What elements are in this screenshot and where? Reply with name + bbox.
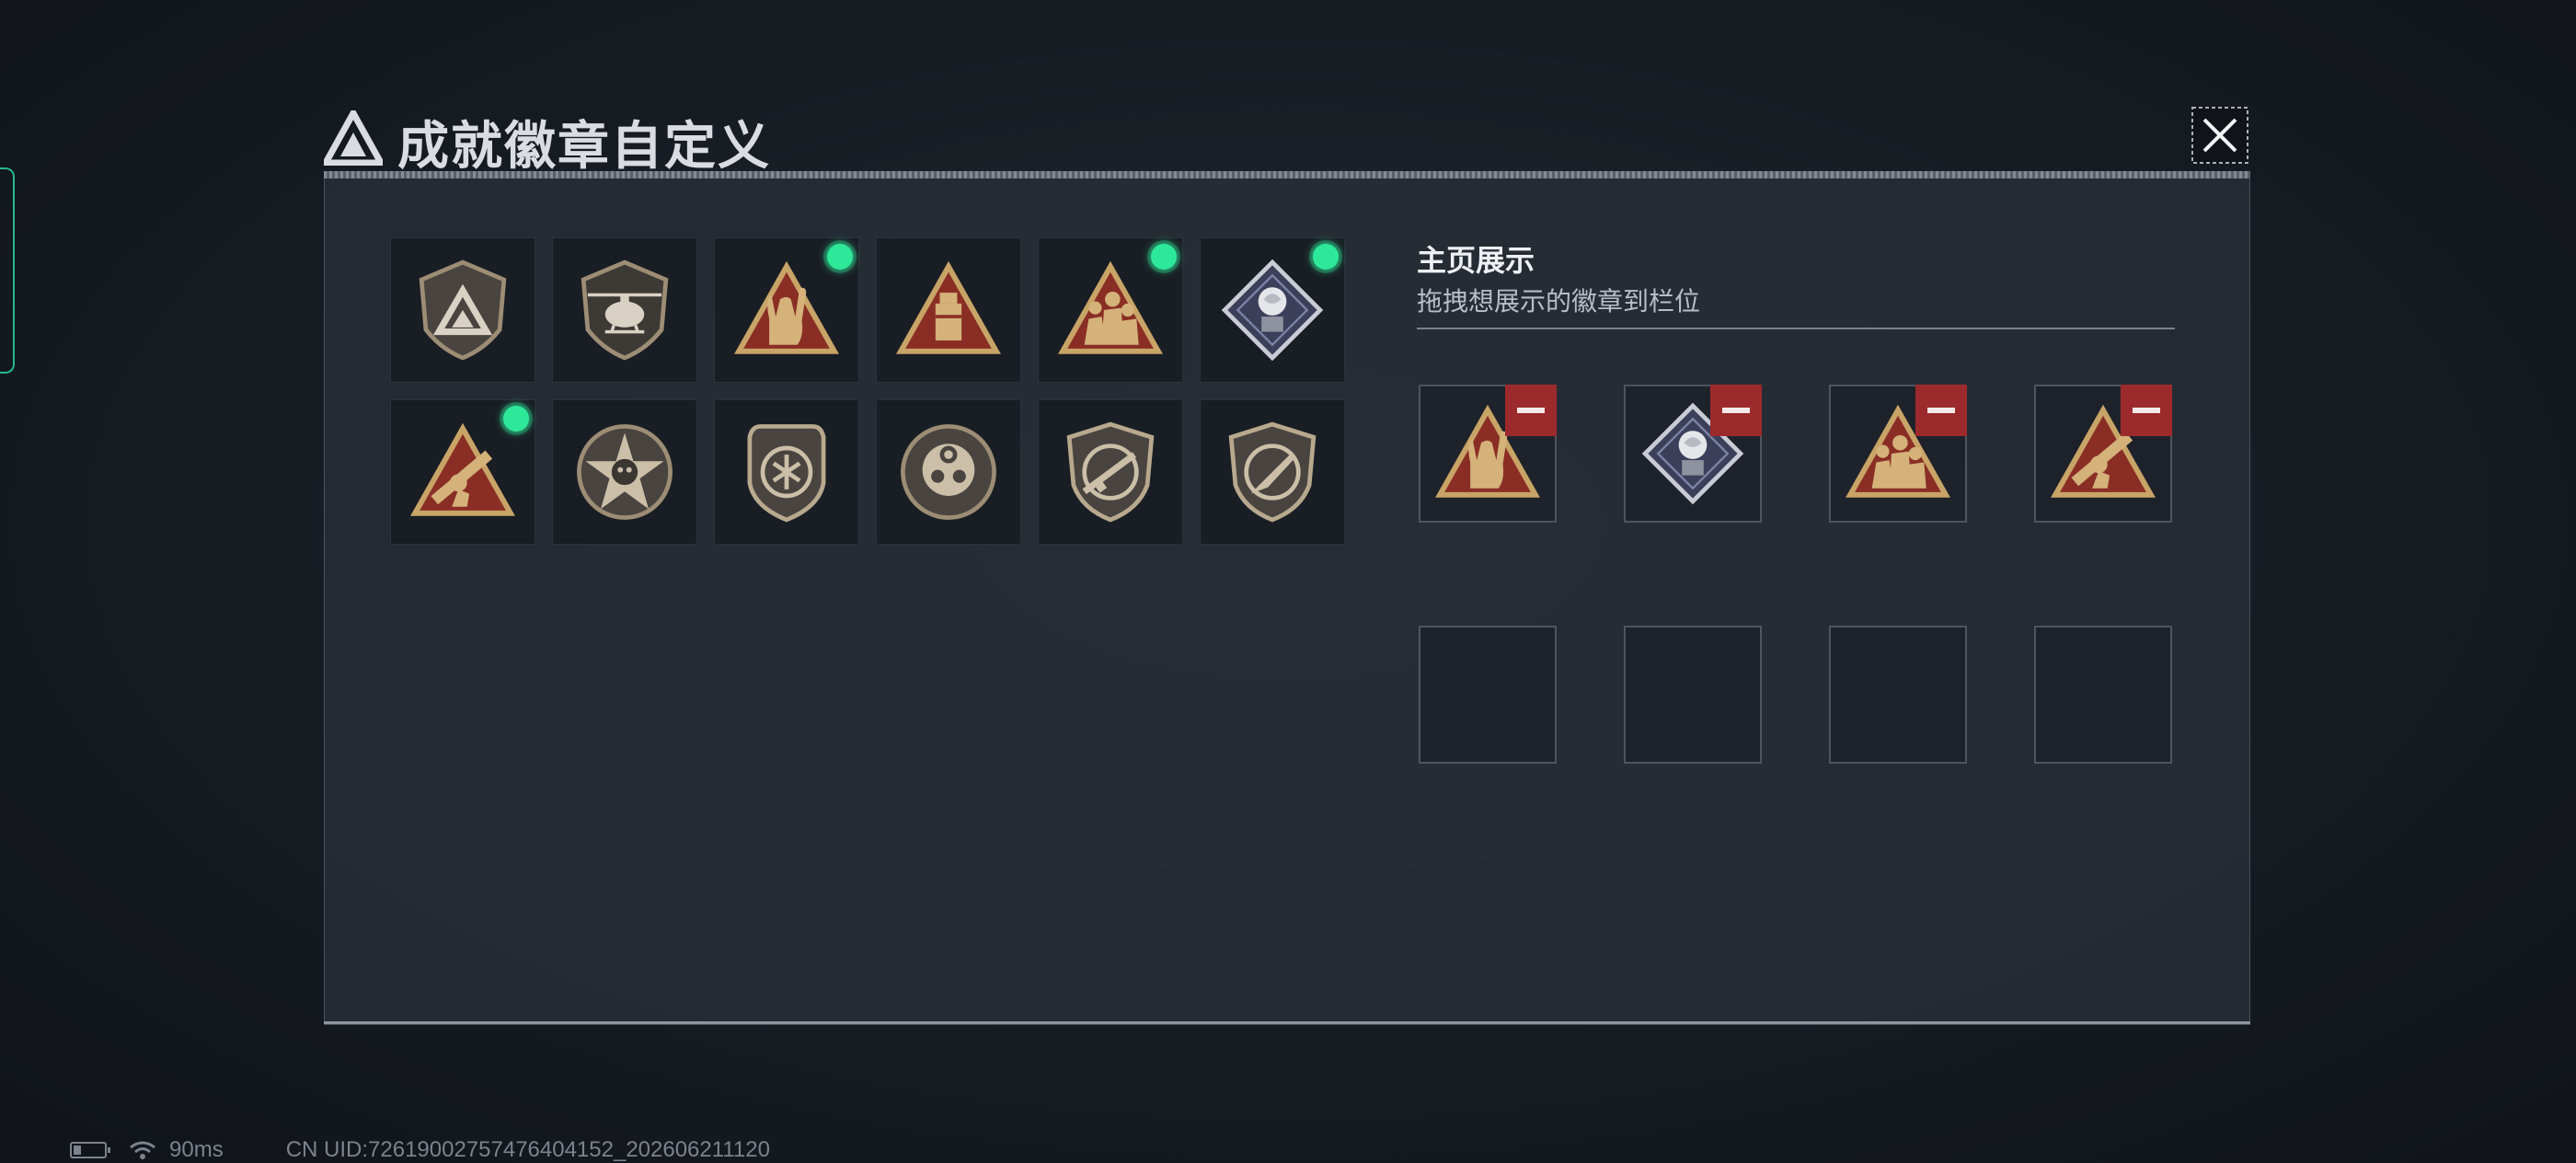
badge-cell[interactable] (714, 237, 859, 383)
showcase-slot-5[interactable] (1419, 626, 1557, 764)
equipped-indicator (1313, 244, 1339, 270)
rock-hand-triangle-badge-icon (734, 260, 839, 354)
remove-badge-button[interactable] (1710, 385, 1762, 436)
showcase-slot-3[interactable] (1829, 385, 1967, 523)
star-skull-round-badge-icon (577, 424, 673, 520)
badge-collection-grid (390, 237, 1347, 545)
showcase-slot-6[interactable] (1624, 626, 1762, 764)
wifi-icon (130, 1141, 155, 1159)
remove-badge-button[interactable] (1505, 385, 1557, 436)
ping-value: 90ms (169, 1137, 224, 1162)
badge-cell[interactable] (876, 237, 1021, 383)
showcase-subtitle: 拖拽想展示的徽章到栏位 (1417, 287, 1701, 316)
window-title-bar: 成就徽章自定义 (324, 96, 2256, 178)
badge-cell[interactable] (390, 237, 535, 383)
minus-icon (1927, 408, 1955, 413)
helicopter-shield-badge-icon (581, 259, 669, 361)
badge-cell[interactable] (1038, 399, 1183, 545)
showcase-slot-1[interactable] (1419, 385, 1557, 523)
rocket-launcher-triangle-badge-icon (410, 422, 515, 516)
badge-cell[interactable] (390, 399, 535, 545)
knife-shield-badge-icon (1228, 421, 1317, 523)
badge-cell[interactable] (552, 399, 697, 545)
equipped-indicator (827, 244, 853, 270)
crosshair-mech-round-badge-icon (901, 424, 996, 520)
status-bar: 90ms CN UID:7261900275747640415​2_202606… (70, 1137, 770, 1163)
remove-badge-button[interactable] (1915, 385, 1967, 436)
wing-shield-badge-icon (747, 424, 826, 523)
supply-crate-triangle-badge-icon (896, 260, 1001, 354)
rose-diamond-badge-icon (1221, 259, 1324, 362)
triangle-logo-icon (324, 110, 383, 166)
badge-cell[interactable] (876, 399, 1021, 545)
showcase-slot-7[interactable] (1829, 626, 1967, 764)
panel-bottom-divider (324, 1021, 2250, 1024)
side-drawer-tab[interactable] (0, 167, 15, 374)
minus-icon (2133, 408, 2160, 413)
equipped-indicator (1151, 244, 1177, 270)
showcase-slot-8[interactable] (2034, 626, 2172, 764)
badge-cell[interactable] (714, 399, 859, 545)
showcase-slot-4[interactable] (2034, 385, 2172, 523)
showcase-title: 主页展示 (1417, 244, 1535, 277)
close-icon[interactable] (2191, 107, 2248, 164)
badge-cell[interactable] (552, 237, 697, 383)
badge-cell[interactable] (1200, 237, 1345, 383)
shield-triangle-badge-icon (419, 259, 507, 361)
panel-top-divider (324, 171, 2250, 178)
showcase-divider (1417, 328, 2175, 329)
window-title: 成就徽章自定义 (397, 117, 771, 175)
equipped-indicator (503, 406, 529, 432)
remove-badge-button[interactable] (2121, 385, 2172, 436)
squad-triangle-badge-icon (1058, 260, 1163, 354)
rifle-shield-badge-icon (1066, 421, 1155, 523)
showcase-slot-2[interactable] (1624, 385, 1762, 523)
minus-icon (1722, 408, 1750, 413)
minus-icon (1517, 408, 1545, 413)
badge-cell[interactable] (1038, 237, 1183, 383)
battery-icon (70, 1142, 110, 1158)
player-uid: CN UID:7261900275747640415​2_20260621112… (285, 1137, 770, 1162)
badge-cell[interactable] (1200, 399, 1345, 545)
